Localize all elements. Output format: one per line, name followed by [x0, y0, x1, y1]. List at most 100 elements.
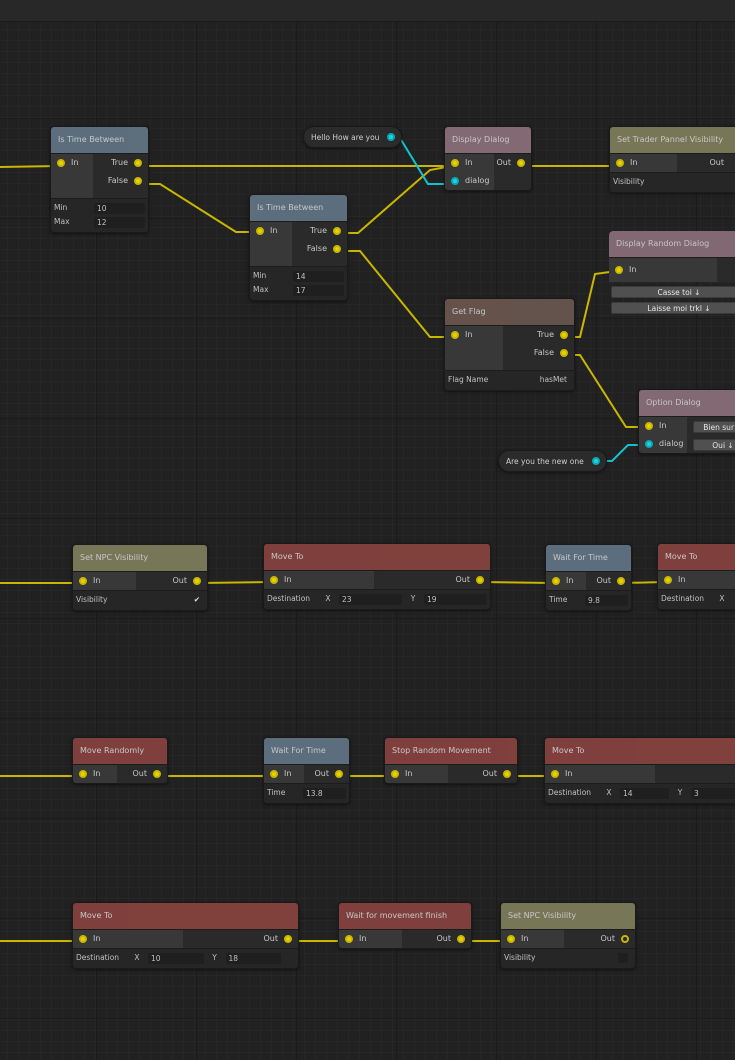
port-in[interactable]: In — [385, 765, 448, 783]
dialog-option-button[interactable]: Laisse moi trkl ↓ — [611, 302, 735, 314]
dialog-option-button[interactable]: Casse toi ↓ — [611, 286, 735, 298]
port-in[interactable]: In — [73, 930, 183, 948]
node-wait-for-time-2[interactable]: Wait For Time In Out Time 13.8 — [263, 737, 350, 804]
port-in[interactable]: In — [339, 930, 402, 948]
exec-pin-icon[interactable] — [153, 770, 161, 778]
x-input[interactable]: 23 — [339, 593, 402, 605]
port-in[interactable]: In — [264, 765, 304, 783]
exec-pin-icon[interactable] — [560, 331, 568, 339]
exec-pin-icon[interactable] — [345, 935, 353, 943]
exec-pin-icon[interactable] — [57, 159, 65, 167]
exec-pin-icon[interactable] — [476, 576, 484, 584]
exec-pin-icon[interactable] — [503, 770, 511, 778]
node-display-random-dialog[interactable]: Display Random Dialog In Casse toi ↓ Lai… — [609, 231, 735, 314]
node-move-to-2[interactable]: Move To In Destination X — [657, 543, 735, 610]
node-set-npc-visibility-2[interactable]: Set NPC Visibility In Out Visibility — [500, 902, 636, 969]
port-in[interactable]: In — [445, 154, 494, 172]
exec-pin-icon[interactable] — [270, 576, 278, 584]
port-in[interactable]: In — [609, 258, 717, 282]
exec-pin-icon[interactable] — [551, 770, 559, 778]
option-button[interactable]: Oui ↓ — [693, 439, 735, 451]
node-is-time-between-1[interactable]: Is Time Between In True False Min 10 Max 1… — [50, 126, 149, 233]
port-out[interactable]: Out — [677, 154, 735, 172]
port-out[interactable]: Out — [136, 572, 207, 590]
exec-pin-icon[interactable] — [79, 577, 87, 585]
exec-pin-icon[interactable] — [645, 422, 653, 430]
y-input[interactable]: 3 — [691, 787, 735, 799]
node-stop-random-movement[interactable]: Stop Random Movement In Out — [384, 737, 518, 784]
port-out[interactable]: Out — [402, 930, 471, 948]
port-in[interactable]: In — [501, 930, 564, 948]
min-input[interactable]: 14 — [293, 270, 344, 282]
port-in[interactable]: In — [545, 765, 655, 783]
exec-pin-icon[interactable] — [451, 159, 459, 167]
exec-pin-icon[interactable] — [335, 770, 343, 778]
exec-pin-icon[interactable] — [79, 770, 87, 778]
port-false[interactable]: False — [503, 344, 574, 362]
node-get-flag[interactable]: Get Flag In True False Flag Name hasMet — [444, 298, 575, 391]
x-input[interactable]: 14 — [620, 787, 669, 799]
exec-pin-icon[interactable] — [134, 159, 142, 167]
port-in[interactable]: In — [73, 572, 136, 590]
node-wait-for-time-1[interactable]: Wait For Time In Out Time 9.8 — [545, 544, 632, 611]
exec-pin-icon[interactable] — [333, 227, 341, 235]
port-false[interactable]: False — [93, 172, 148, 190]
port-in[interactable]: In — [250, 222, 292, 240]
port-in[interactable]: In — [658, 571, 735, 589]
exec-pin-icon[interactable] — [517, 159, 525, 167]
exec-pin-icon[interactable] — [457, 935, 465, 943]
option-button[interactable]: Bien sur ↓ — [693, 421, 735, 433]
time-input[interactable]: 9.8 — [585, 594, 628, 606]
port-out[interactable]: Out — [183, 930, 298, 948]
port-in[interactable]: In — [51, 154, 93, 172]
data-pin-icon[interactable] — [645, 440, 653, 448]
exec-pin-icon[interactable] — [664, 576, 672, 584]
port-out[interactable]: Out — [374, 571, 490, 589]
port-false[interactable]: False — [292, 240, 347, 258]
port-in[interactable]: In — [546, 572, 586, 590]
exec-pin-icon[interactable] — [615, 266, 623, 274]
exec-pin-unconnected-icon[interactable] — [621, 935, 629, 943]
exec-pin-icon[interactable] — [333, 245, 341, 253]
port-in[interactable]: In — [73, 765, 117, 783]
exec-pin-icon[interactable] — [560, 349, 568, 357]
x-input[interactable]: 10 — [148, 952, 204, 964]
exec-pin-icon[interactable] — [134, 177, 142, 185]
exec-pin-icon[interactable] — [391, 770, 399, 778]
port-in[interactable]: In — [264, 571, 374, 589]
port-true[interactable]: True — [503, 326, 574, 344]
port-dialog[interactable]: dialog — [639, 435, 687, 453]
port-out[interactable]: Out — [494, 154, 531, 172]
exec-pin-icon[interactable] — [552, 577, 560, 585]
node-option-dialog[interactable]: Option Dialog In dialog Bien sur ↓ Oui ↓ — [638, 389, 735, 454]
port-out[interactable]: Out — [586, 572, 631, 590]
flag-name-input[interactable]: hasMet — [540, 373, 571, 387]
exec-pin-icon[interactable] — [451, 331, 459, 339]
port-in[interactable]: In — [445, 326, 503, 344]
time-input[interactable]: 13.8 — [303, 787, 346, 799]
exec-pin-icon[interactable] — [193, 577, 201, 585]
exec-pin-icon[interactable] — [617, 577, 625, 585]
min-input[interactable]: 10 — [94, 202, 145, 214]
checkbox-unchecked[interactable] — [618, 953, 628, 963]
exec-pin-icon[interactable] — [507, 935, 515, 943]
string-node-hello[interactable]: Hello How are you — [303, 126, 403, 148]
port-true[interactable]: True — [292, 222, 347, 240]
node-display-dialog[interactable]: Display Dialog In dialog Out — [444, 126, 532, 191]
port-out[interactable]: Out — [304, 765, 349, 783]
node-move-randomly[interactable]: Move Randomly In Out — [72, 737, 168, 784]
node-is-time-between-2[interactable]: Is Time Between In True False Min 14 Max 1… — [249, 194, 348, 301]
data-pin-icon[interactable] — [387, 133, 396, 141]
node-move-to-1[interactable]: Move To In Out Destination X 23 Y 19 — [263, 543, 491, 610]
port-in[interactable]: In — [639, 417, 687, 435]
port-in[interactable]: In — [610, 154, 677, 172]
y-input[interactable]: 18 — [225, 952, 281, 964]
node-set-npc-visibility-1[interactable]: Set NPC Visibility In Out Visibility ✔ — [72, 544, 208, 611]
port-out[interactable]: Out — [448, 765, 517, 783]
exec-pin-icon[interactable] — [79, 935, 87, 943]
node-move-to-3[interactable]: Move To In Destination X 14 Y 3 — [544, 737, 735, 804]
port-out[interactable]: Out — [117, 765, 167, 783]
exec-pin-icon[interactable] — [284, 935, 292, 943]
y-input[interactable]: 19 — [424, 593, 487, 605]
node-wait-movement-finish[interactable]: Wait for movement finish In Out — [338, 902, 472, 949]
